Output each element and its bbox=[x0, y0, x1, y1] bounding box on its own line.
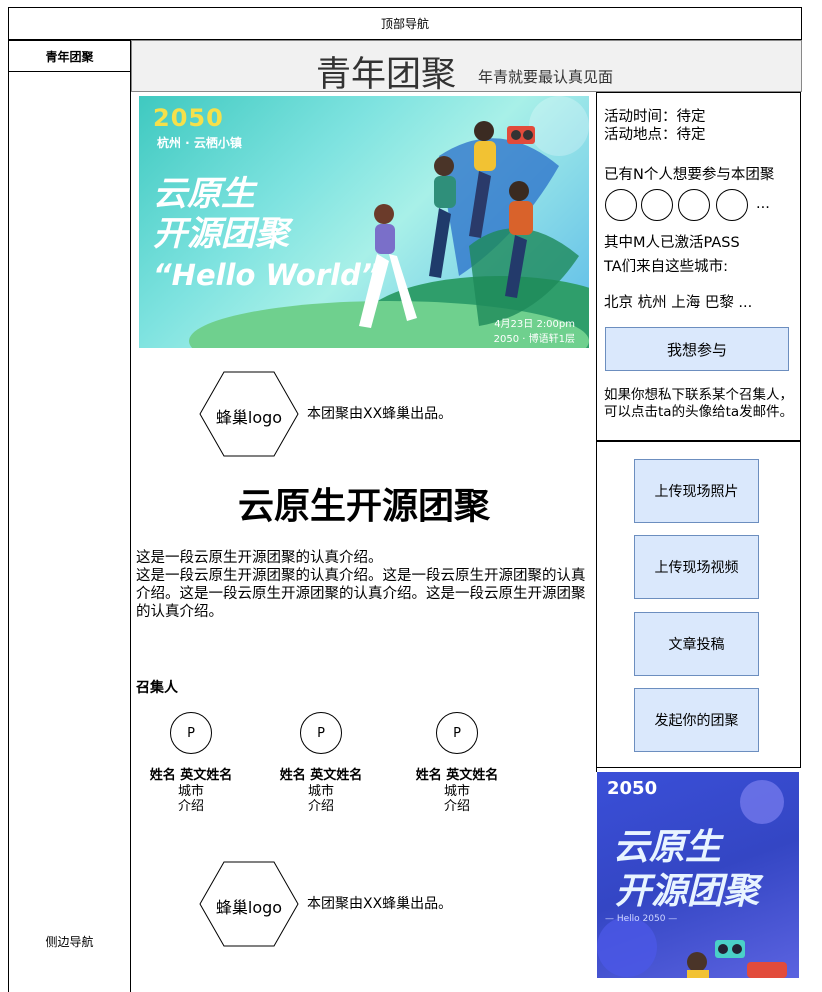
participant-avatar[interactable] bbox=[678, 189, 710, 221]
organizer-card[interactable]: P 姓名 英文姓名 城市 介绍 bbox=[266, 712, 376, 814]
upload-video-button[interactable]: 上传现场视频 bbox=[634, 535, 759, 599]
event-intro-line1: 这是一段云原生开源团聚的认真介绍。 bbox=[136, 550, 383, 566]
top-nav-label: 顶部导航 bbox=[380, 17, 429, 31]
organizer-intro: 介绍 bbox=[307, 799, 334, 814]
organizer-card[interactable]: P 姓名 英文姓名 城市 介绍 bbox=[136, 712, 246, 814]
poster-title-line2: 开源团聚 bbox=[615, 871, 760, 912]
banner-logo: 2050 bbox=[153, 104, 224, 132]
banner-date: 4月23日 2:00pm bbox=[494, 319, 575, 330]
organizer-city: 城市 bbox=[177, 784, 204, 799]
page-subtitle: 年青就要最认真见面 bbox=[478, 68, 614, 86]
organizer-name: 姓名 英文姓名 bbox=[415, 768, 499, 783]
event-place: 活动地点：待定 bbox=[604, 127, 706, 143]
page-title: 青年团聚 bbox=[316, 55, 457, 95]
sidebar-tab-youth-gathering[interactable]: 青年团聚 bbox=[8, 40, 131, 72]
more-participants[interactable]: ... bbox=[756, 196, 770, 212]
organizer-city: 城市 bbox=[307, 784, 334, 799]
hive-logo-label: 蜂巢logo bbox=[215, 898, 283, 917]
organizer-name: 姓名 英文姓名 bbox=[279, 768, 363, 783]
join-button[interactable]: 我想参与 bbox=[605, 327, 789, 371]
banner-title-line2: 开源团聚 bbox=[153, 214, 289, 254]
activated-count: 其中M人已激活PASS bbox=[604, 235, 740, 251]
page-header: 青年团聚 年青就要最认真见面 bbox=[131, 40, 802, 95]
producer-note: 本团聚由XX蜂巢出品。 bbox=[307, 406, 453, 422]
event-info-panel: 活动时间：待定 活动地点：待定 已有N个人想要参与本团聚 ... 其中M人已激活… bbox=[596, 92, 801, 441]
organizer-intro: 介绍 bbox=[177, 799, 204, 814]
participant-avatar[interactable] bbox=[605, 189, 637, 221]
event-intro-line2: 这是一段云原生开源团聚的认真介绍。这是一段云原生开源团聚的认真介绍。这是一段云原… bbox=[136, 568, 586, 620]
event-title: 云原生开源团聚 bbox=[237, 486, 490, 527]
hive-logo-label: 蜂巢logo bbox=[215, 408, 283, 427]
producer-note: 本团聚由XX蜂巢出品。 bbox=[307, 896, 453, 912]
sidebar-tab-label: 青年团聚 bbox=[45, 49, 94, 64]
start-gathering-button[interactable]: 发起你的团聚 bbox=[634, 688, 759, 752]
event-poster: 2050 云原生 开源团聚 — Hello 2050 — bbox=[597, 772, 799, 978]
content-divider bbox=[596, 92, 597, 772]
interested-count: 已有N个人想要参与本团聚 bbox=[604, 167, 775, 183]
banner-tagline: “Hello World” bbox=[153, 258, 380, 292]
contact-note: 如果你想私下联系某个召集人，可以点击ta的头像给ta发邮件。 bbox=[604, 387, 794, 420]
upload-photo-button[interactable]: 上传现场照片 bbox=[634, 459, 759, 523]
participant-avatar[interactable] bbox=[641, 189, 673, 221]
organizer-avatar[interactable]: P bbox=[436, 712, 478, 754]
banner-venue: 2050 · 博语轩1层 bbox=[493, 334, 575, 345]
top-nav[interactable]: 顶部导航 bbox=[8, 7, 802, 40]
participant-avatar[interactable] bbox=[716, 189, 748, 221]
organizer-avatar[interactable]: P bbox=[300, 712, 342, 754]
poster-logo: 2050 bbox=[607, 778, 658, 799]
cities-title: TA们来自这些城市: bbox=[604, 259, 729, 275]
actions-panel: 上传现场照片 上传现场视频 文章投稿 发起你的团聚 bbox=[596, 441, 801, 768]
cities-list: 北京 杭州 上海 巴黎 ... bbox=[604, 295, 753, 311]
banner-location: 杭州 · 云栖小镇 bbox=[157, 136, 242, 150]
event-intro: 这是一段云原生开源团聚的认真介绍。 这是一段云原生开源团聚的认真介绍。这是一段云… bbox=[136, 549, 588, 621]
event-banner: 2050 杭州 · 云栖小镇 云原生 开源团聚 “Hello World” 4月… bbox=[139, 96, 589, 348]
poster-footer: — Hello 2050 — bbox=[605, 914, 678, 924]
organizer-avatar[interactable]: P bbox=[170, 712, 212, 754]
submit-article-button[interactable]: 文章投稿 bbox=[634, 612, 759, 676]
sidebar-label: 侧边导航 bbox=[45, 935, 94, 949]
organizers-title: 召集人 bbox=[136, 680, 178, 696]
organizer-card[interactable]: P 姓名 英文姓名 城市 介绍 bbox=[402, 712, 512, 814]
organizer-city: 城市 bbox=[443, 784, 470, 799]
organizer-intro: 介绍 bbox=[443, 799, 470, 814]
sidebar: 侧边导航 bbox=[8, 72, 131, 992]
organizer-name: 姓名 英文姓名 bbox=[149, 768, 233, 783]
